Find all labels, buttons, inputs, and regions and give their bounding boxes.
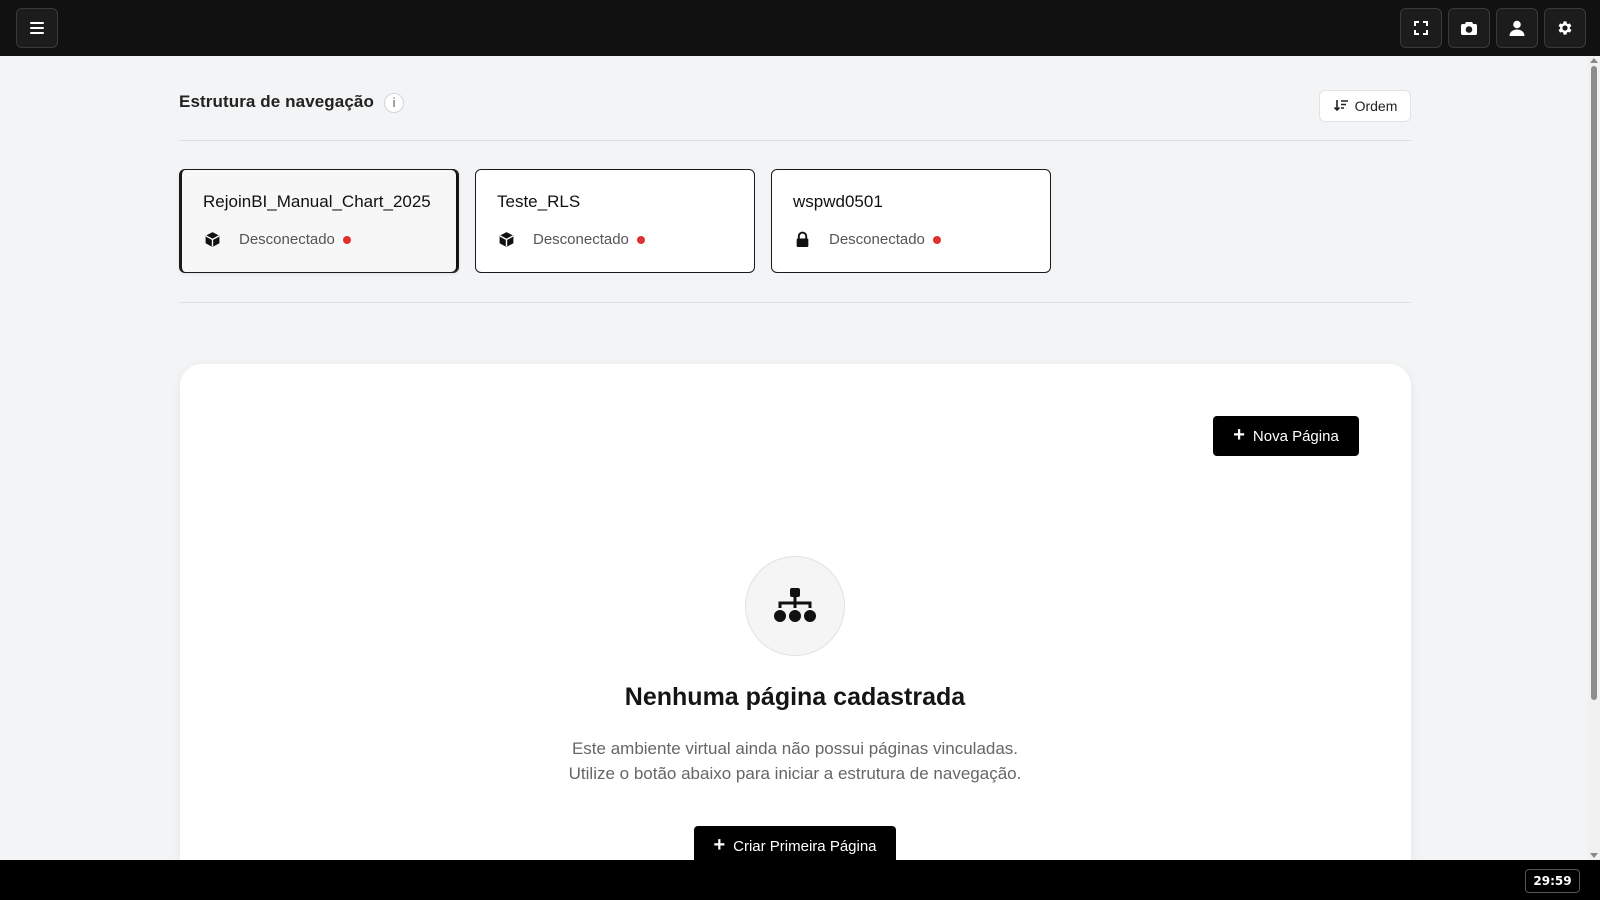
environment-card[interactable]: RejoinBI_Manual_Chart_2025 Desconectado (179, 169, 459, 273)
create-first-page-label: Criar Primeira Página (733, 837, 877, 855)
status-dot (932, 235, 941, 244)
scroll-down-arrow-icon[interactable] (1590, 853, 1598, 858)
status-text: Desconectado (533, 231, 629, 248)
fullscreen-icon (1414, 21, 1428, 35)
cube-icon (205, 232, 220, 247)
empty-state-title: Nenhuma página cadastrada (624, 683, 966, 711)
screenshot-button[interactable] (1448, 8, 1490, 48)
environment-card[interactable]: wspwd0501 Desconectado (771, 169, 1051, 273)
order-button[interactable]: Ordem (1319, 90, 1411, 122)
empty-state-icon-container (745, 556, 845, 656)
fullscreen-button[interactable] (1400, 8, 1442, 48)
page-title: Estrutura de navegação (179, 92, 374, 111)
card-name: wspwd0501 (793, 192, 883, 211)
status-dot (342, 235, 351, 244)
bottom-bar: 29:59 (0, 860, 1600, 900)
environment-card[interactable]: Teste_RLS Desconectado (475, 169, 755, 273)
status-dot (636, 235, 645, 244)
scroll-up-arrow-icon[interactable] (1590, 58, 1598, 63)
settings-button[interactable] (1544, 8, 1586, 48)
empty-desc-line-1: Este ambiente virtual ainda não possui p… (571, 739, 1019, 758)
user-button[interactable] (1496, 8, 1538, 48)
session-timer: 29:59 (1525, 869, 1580, 893)
scrollbar-thumb[interactable] (1591, 66, 1597, 700)
create-first-page-button[interactable]: + Criar Primeira Página (694, 826, 896, 860)
camera-icon (1461, 22, 1477, 35)
card-name: Teste_RLS (497, 192, 581, 211)
menu-button[interactable] (16, 8, 58, 48)
divider (179, 302, 1411, 303)
lock-icon (796, 231, 809, 247)
plus-icon: + (713, 834, 726, 856)
status-text: Desconectado (239, 231, 335, 248)
sort-icon (1333, 100, 1348, 112)
card-status: Desconectado (829, 231, 941, 248)
card-status: Desconectado (533, 231, 645, 248)
cube-icon (499, 232, 514, 247)
card-name: RejoinBI_Manual_Chart_2025 (203, 192, 431, 211)
status-text: Desconectado (829, 231, 925, 248)
new-page-label: Nova Página (1252, 427, 1339, 445)
plus-icon: + (1233, 424, 1245, 446)
card-status: Desconectado (239, 231, 351, 248)
empty-state-description: Este ambiente virtual ainda não possui p… (480, 736, 1110, 786)
main-content: Estrutura de navegação i Ordem RejoinBI_… (0, 56, 1588, 860)
empty-desc-line-2: Utilize o botão abaixo para iniciar a es… (568, 764, 1022, 783)
sitemap-icon (774, 588, 816, 622)
gear-icon (1558, 21, 1572, 35)
vertical-scrollbar[interactable] (1588, 56, 1600, 860)
order-button-label: Ordem (1354, 98, 1398, 114)
top-bar (0, 0, 1600, 56)
user-icon (1509, 20, 1525, 36)
info-icon[interactable]: i (384, 93, 404, 113)
hamburger-menu-icon (30, 22, 44, 34)
new-page-button[interactable]: + Nova Página (1213, 416, 1359, 456)
divider (179, 140, 1411, 141)
